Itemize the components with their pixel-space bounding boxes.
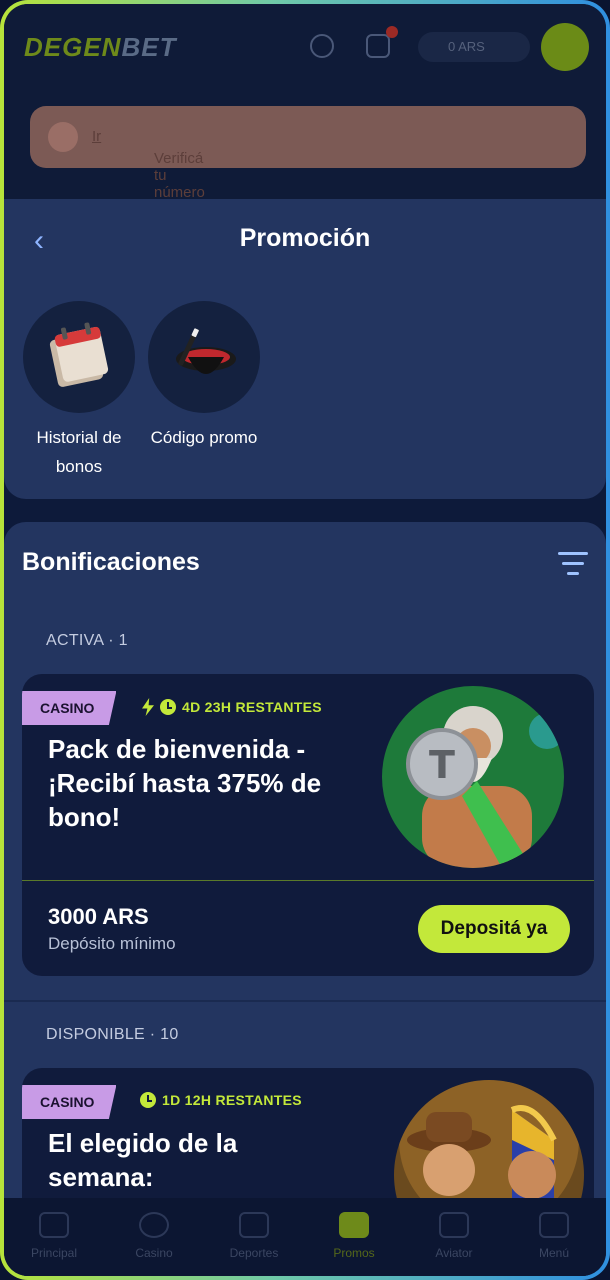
min-deposit-amount: 3000 ARS: [48, 904, 149, 929]
notification-badge: [386, 26, 398, 38]
calendar-icon: [23, 301, 135, 413]
clock-icon: [160, 699, 176, 715]
background-header: DEGENBET 0 ARS Verificá tu número celula…: [4, 4, 606, 218]
card-divider: [22, 880, 594, 881]
home-icon: [39, 1212, 69, 1238]
menu-icon: [539, 1212, 569, 1238]
clock-icon: [140, 1092, 156, 1108]
balance-selector[interactable]: 0 ARS: [418, 32, 530, 62]
category-tag: CASINO: [22, 1085, 117, 1119]
bonus-history-button[interactable]: Historial de bonos: [14, 301, 144, 481]
nav-menu[interactable]: Menú: [504, 1198, 604, 1262]
verify-text: Verificá tu número celular Ir: [92, 128, 205, 218]
bottom-navigation: Principal Casino Deportes Promos Aviator…: [4, 1198, 606, 1276]
verify-banner[interactable]: Verificá tu número celular Ir: [30, 106, 586, 218]
magic-hat-icon: [148, 301, 260, 413]
nav-home[interactable]: Principal: [4, 1198, 104, 1262]
alert-icon: [48, 122, 78, 152]
promo-code-label: Código promo: [150, 428, 258, 447]
notifications-icon[interactable]: [366, 34, 390, 58]
nav-aviator[interactable]: Aviator: [404, 1198, 504, 1262]
deposit-button[interactable]: Depositá ya: [418, 905, 570, 953]
available-group-label: DISPONIBLE · 10: [46, 1026, 179, 1043]
min-deposit-caption: Depósito mínimo: [48, 934, 176, 953]
nav-promos[interactable]: Promos: [304, 1198, 404, 1262]
section-divider: [4, 1000, 606, 1002]
category-tag: CASINO: [22, 691, 117, 725]
time-remaining: 4D 23H RESTANTES: [142, 698, 322, 716]
app-screen: DEGENBET 0 ARS Verificá tu número celula…: [4, 4, 606, 1276]
bonus-history-label: Historial de bonos: [36, 428, 122, 476]
nav-casino[interactable]: Casino: [104, 1198, 204, 1262]
nav-sports[interactable]: Deportes: [204, 1198, 304, 1262]
bolt-icon: [142, 698, 154, 716]
bonuses-section: Bonificaciones ACTIVA · 1 CASINO 4D 23H …: [4, 522, 606, 1276]
sports-icon: [239, 1212, 269, 1238]
promo-sheet: ‹ Promoción Historial de bonos Código pr…: [4, 199, 606, 499]
page-title: Promoción: [239, 224, 371, 252]
casino-icon: [139, 1212, 169, 1238]
gift-icon: [339, 1212, 369, 1238]
bonus-title: El elegido de la semana:: [48, 1128, 238, 1192]
zeus-illustration: T: [382, 686, 564, 868]
search-icon[interactable]: [310, 34, 334, 58]
svg-text:T: T: [429, 743, 455, 787]
section-title: Bonificaciones: [22, 548, 200, 576]
avatar[interactable]: [541, 23, 589, 71]
bonus-card-welcome[interactable]: CASINO 4D 23H RESTANTES Pack de bienveni…: [22, 674, 594, 976]
aviator-icon: [439, 1212, 469, 1238]
active-group-label: ACTIVA · 1: [46, 632, 128, 649]
bonus-title: Pack de bienvenida - ¡Recibí hasta 375% …: [48, 734, 322, 832]
time-remaining: 1D 12H RESTANTES: [140, 1092, 302, 1108]
filter-icon[interactable]: [558, 552, 588, 578]
brand-logo: DEGENBET: [24, 32, 177, 62]
promo-code-button[interactable]: Código promo: [139, 301, 269, 452]
